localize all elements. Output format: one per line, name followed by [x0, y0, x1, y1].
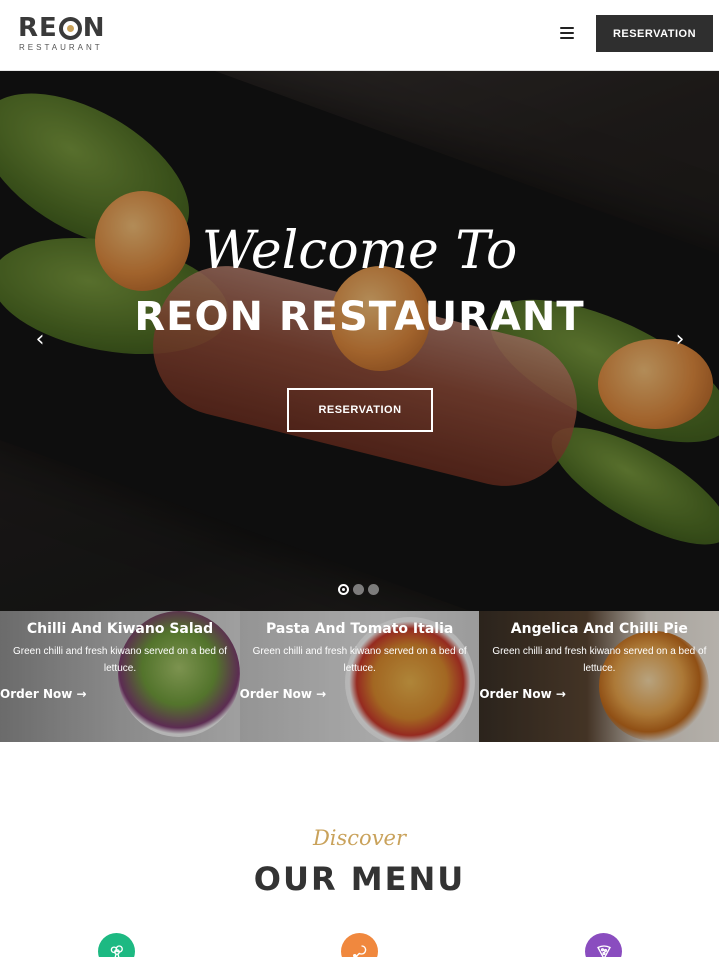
chicken-leg-icon[interactable] [341, 933, 378, 957]
hero-title: REON RESTAURANT [134, 294, 585, 340]
site-header: REN RESTAURANT RESERVATION [0, 0, 719, 71]
card-title: Angelica And Chilli Pie [510, 621, 688, 637]
featured-dish-card[interactable]: Chilli And Kiwano Salad Green chilli and… [0, 611, 240, 742]
featured-dish-card[interactable]: Angelica And Chilli Pie Green chilli and… [479, 611, 719, 742]
logo-o-icon [58, 16, 82, 40]
broccoli-icon[interactable] [98, 933, 135, 957]
slider-dot[interactable] [368, 584, 379, 595]
card-description: Green chilli and fresh kiwano served on … [252, 646, 467, 674]
slider-dot[interactable] [353, 584, 364, 595]
slider-next-icon[interactable]: › [670, 329, 690, 351]
card-title: Pasta And Tomato Italia [266, 621, 454, 637]
header-reservation-button[interactable]: RESERVATION [596, 15, 713, 52]
logo-wordmark: REN [18, 13, 106, 43]
hamburger-menu-icon[interactable] [560, 24, 578, 42]
slider-dot[interactable] [338, 584, 349, 595]
card-description: Green chilli and fresh kiwano served on … [492, 646, 707, 674]
slider-prev-icon[interactable]: ‹ [30, 329, 50, 351]
card-description: Green chilli and fresh kiwano served on … [12, 646, 227, 674]
logo[interactable]: REN RESTAURANT [18, 13, 106, 54]
hero-reservation-button[interactable]: RESERVATION [287, 388, 433, 432]
order-now-link[interactable]: Order Now → [0, 687, 87, 701]
order-now-link[interactable]: Order Now → [479, 687, 566, 701]
pizza-icon[interactable] [585, 933, 622, 957]
card-title: Chilli And Kiwano Salad [26, 621, 214, 637]
order-now-link[interactable]: Order Now → [240, 687, 327, 701]
featured-dishes: Chilli And Kiwano Salad Green chilli and… [0, 611, 719, 742]
hero-slider: Welcome To REON RESTAURANT RESERVATION ‹… [0, 71, 719, 611]
menu-section-title: OUR MENU [253, 860, 466, 898]
logo-subtitle: RESTAURANT [19, 43, 103, 52]
featured-dish-card[interactable]: Pasta And Tomato Italia Green chilli and… [239, 611, 480, 742]
slider-pagination [338, 584, 379, 595]
discover-script: Discover [312, 826, 407, 850]
hero-welcome-text: Welcome To [201, 221, 518, 281]
